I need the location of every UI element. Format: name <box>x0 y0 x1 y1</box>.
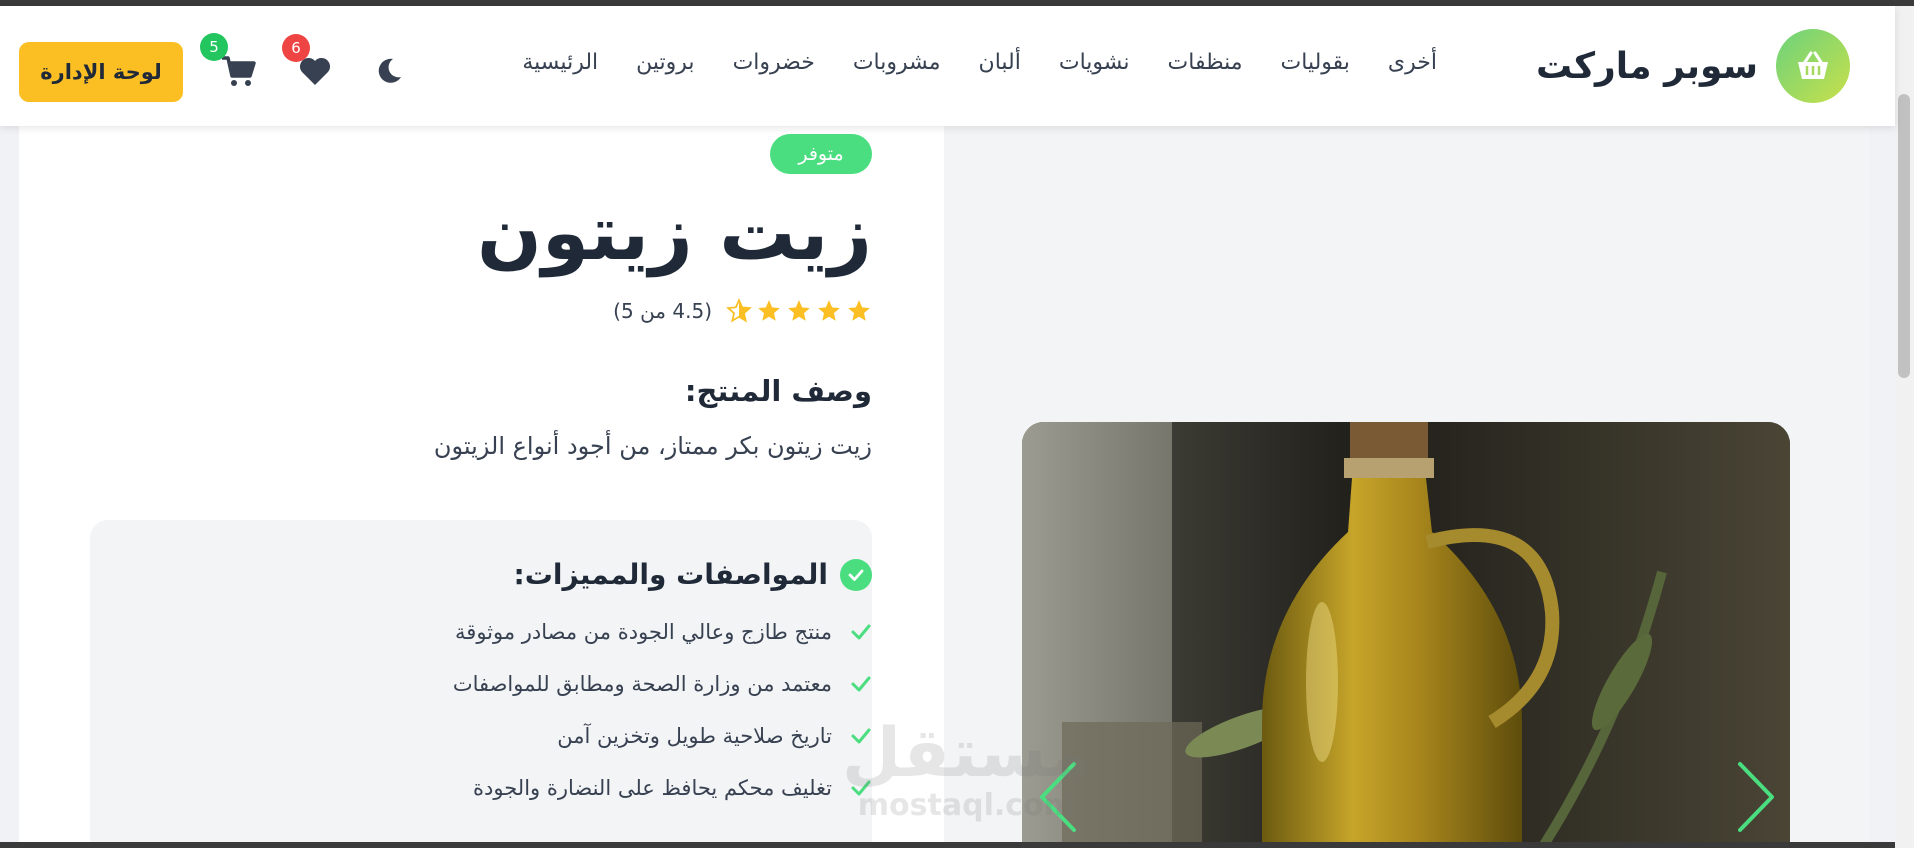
nav-item-vegetables[interactable]: خضروات <box>733 50 815 75</box>
moon-icon[interactable] <box>372 54 406 88</box>
list-item: تاريخ صلاحية طويل وتخزين آمن <box>557 724 872 748</box>
nav-item-home[interactable]: الرئيسية <box>522 50 598 75</box>
site-header: سوبر ماركت الرئيسية بروتين خضروات مشروبا… <box>0 6 1895 126</box>
product-description: زيت زيتون بكر ممتاز، من أجود أنواع الزيت… <box>433 432 872 460</box>
main-nav: الرئيسية بروتين خضروات مشروبات ألبان نشو… <box>522 50 1437 75</box>
feature-list: منتج طازج وعالي الجودة من مصادر موثوقة م… <box>453 620 872 800</box>
wishlist-count-badge: 6 <box>282 34 310 62</box>
product-title: زيت زيتون <box>476 188 872 277</box>
star-full-icon <box>848 300 870 321</box>
watermark: مستقل mostaql.com <box>842 714 1091 824</box>
cart-count-badge: 5 <box>200 33 228 61</box>
star-half-icon <box>726 298 752 323</box>
star-full-icon <box>818 300 840 321</box>
brand[interactable]: سوبر ماركت <box>1536 29 1850 103</box>
check-icon <box>851 676 871 692</box>
features-heading: المواصفات والمميزات: <box>514 558 872 591</box>
admin-dashboard-button[interactable]: لوحة الإدارة <box>19 42 183 102</box>
nav-item-legumes[interactable]: بقوليات <box>1281 50 1350 75</box>
feature-text: تاريخ صلاحية طويل وتخزين آمن <box>557 724 832 748</box>
cart-icon[interactable] <box>218 52 258 90</box>
window-bottom-strip <box>0 842 1895 848</box>
feature-text: منتج طازج وعالي الجودة من مصادر موثوقة <box>455 620 832 644</box>
stock-status-badge: متوفر <box>770 134 872 174</box>
product-image <box>1022 422 1790 848</box>
carousel-next-arrow[interactable] <box>1734 760 1778 834</box>
nav-item-cleaners[interactable]: منظفات <box>1168 50 1243 75</box>
nav-item-protein[interactable]: بروتين <box>636 50 694 75</box>
rating-text: (4.5 من 5) <box>613 299 712 323</box>
list-item: معتمد من وزارة الصحة ومطابق للمواصفات <box>453 672 872 696</box>
list-item: تغليف محكم يحافظ على النضارة والجودة <box>473 776 872 800</box>
nav-item-dairy[interactable]: ألبان <box>979 50 1021 75</box>
list-item: منتج طازج وعالي الجودة من مصادر موثوقة <box>455 620 872 644</box>
product-rating: (4.5 من 5) <box>613 298 872 324</box>
check-circle-icon <box>840 558 872 591</box>
check-icon <box>851 624 871 640</box>
brand-name: سوبر ماركت <box>1536 45 1758 87</box>
nav-item-other[interactable]: أخرى <box>1388 50 1437 75</box>
nav-item-drinks[interactable]: مشروبات <box>853 50 941 75</box>
feature-text: معتمد من وزارة الصحة ومطابق للمواصفات <box>452 672 832 696</box>
features-heading-text: المواصفات والمميزات: <box>513 558 828 591</box>
description-heading: وصف المنتج: <box>684 374 872 408</box>
star-full-icon <box>758 300 780 321</box>
basket-icon <box>1776 29 1850 103</box>
scrollbar-thumb[interactable] <box>1898 94 1910 378</box>
nav-item-starches[interactable]: نشويات <box>1059 50 1130 75</box>
star-full-icon <box>788 300 810 321</box>
watermark-logo-text: مستقل <box>842 714 1091 793</box>
watermark-url: mostaql.com <box>857 788 1075 823</box>
feature-text: تغليف محكم يحافظ على النضارة والجودة <box>473 776 832 800</box>
